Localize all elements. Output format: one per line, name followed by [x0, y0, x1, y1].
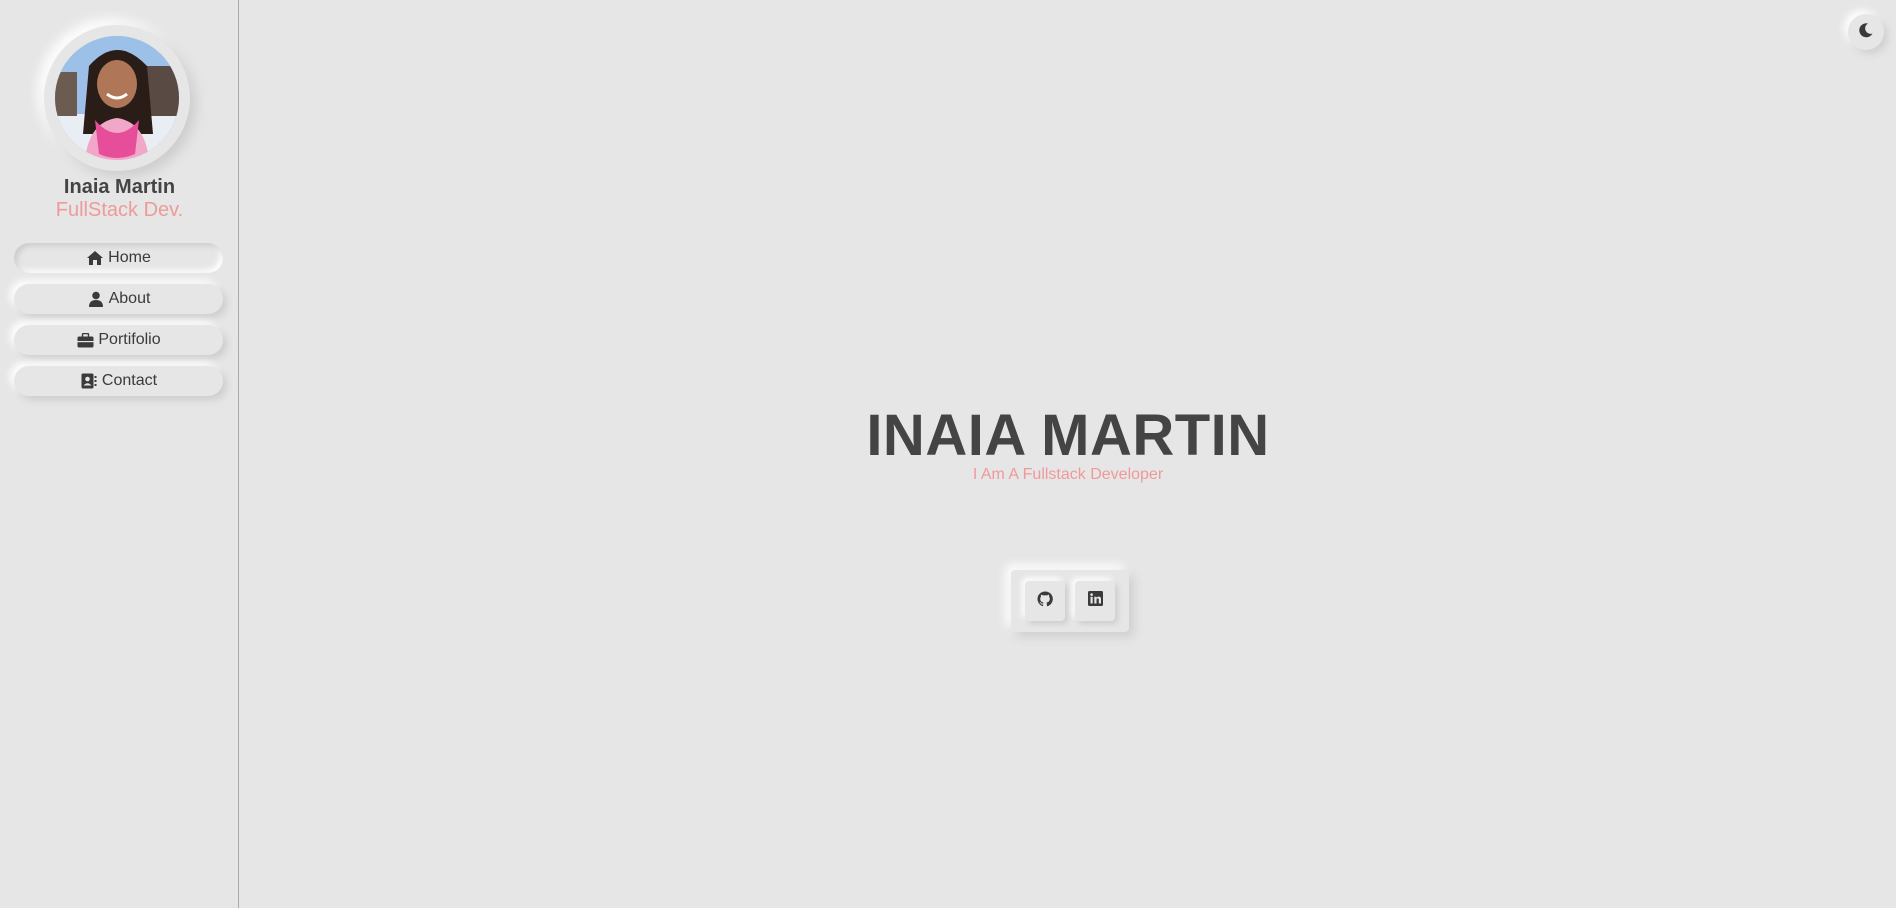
user-icon: [87, 291, 105, 307]
github-icon: [1037, 590, 1053, 612]
sidebar: Inaia Martin FullStack Dev. Home About P…: [0, 0, 239, 908]
nav-item-label: Home: [108, 249, 151, 266]
profile-role: FullStack Dev.: [55, 199, 184, 221]
linkedin-icon: [1087, 591, 1103, 611]
hero-subtitle: I Am A Fullstack Developer: [972, 466, 1164, 483]
theme-toggle-button[interactable]: [1848, 14, 1884, 50]
avatar-frame: [44, 25, 190, 171]
nav-item-home[interactable]: Home: [14, 243, 223, 273]
nav-item-label: About: [108, 290, 151, 307]
profile-name: Inaia Martin: [63, 176, 176, 198]
nav-item-about[interactable]: About: [14, 284, 223, 314]
github-link[interactable]: [1025, 581, 1065, 621]
avatar: [55, 36, 179, 160]
nav-item-label: Portifolio: [98, 331, 161, 348]
social-links: [1011, 570, 1129, 632]
moon-icon: [1858, 22, 1874, 43]
briefcase-icon: [76, 332, 94, 348]
nav-item-contact[interactable]: Contact: [14, 366, 223, 396]
app: Inaia Martin FullStack Dev. Home About P…: [0, 0, 1896, 908]
home-icon: [86, 250, 104, 266]
nav-item-portfolio[interactable]: Portifolio: [14, 325, 223, 355]
address-book-icon: [80, 373, 98, 389]
hero-title: INAIA MARTIN: [866, 403, 1270, 468]
linkedin-link[interactable]: [1075, 581, 1115, 621]
sidebar-nav: Home About Portifolio Contact: [14, 243, 223, 407]
nav-item-label: Contact: [101, 372, 158, 389]
